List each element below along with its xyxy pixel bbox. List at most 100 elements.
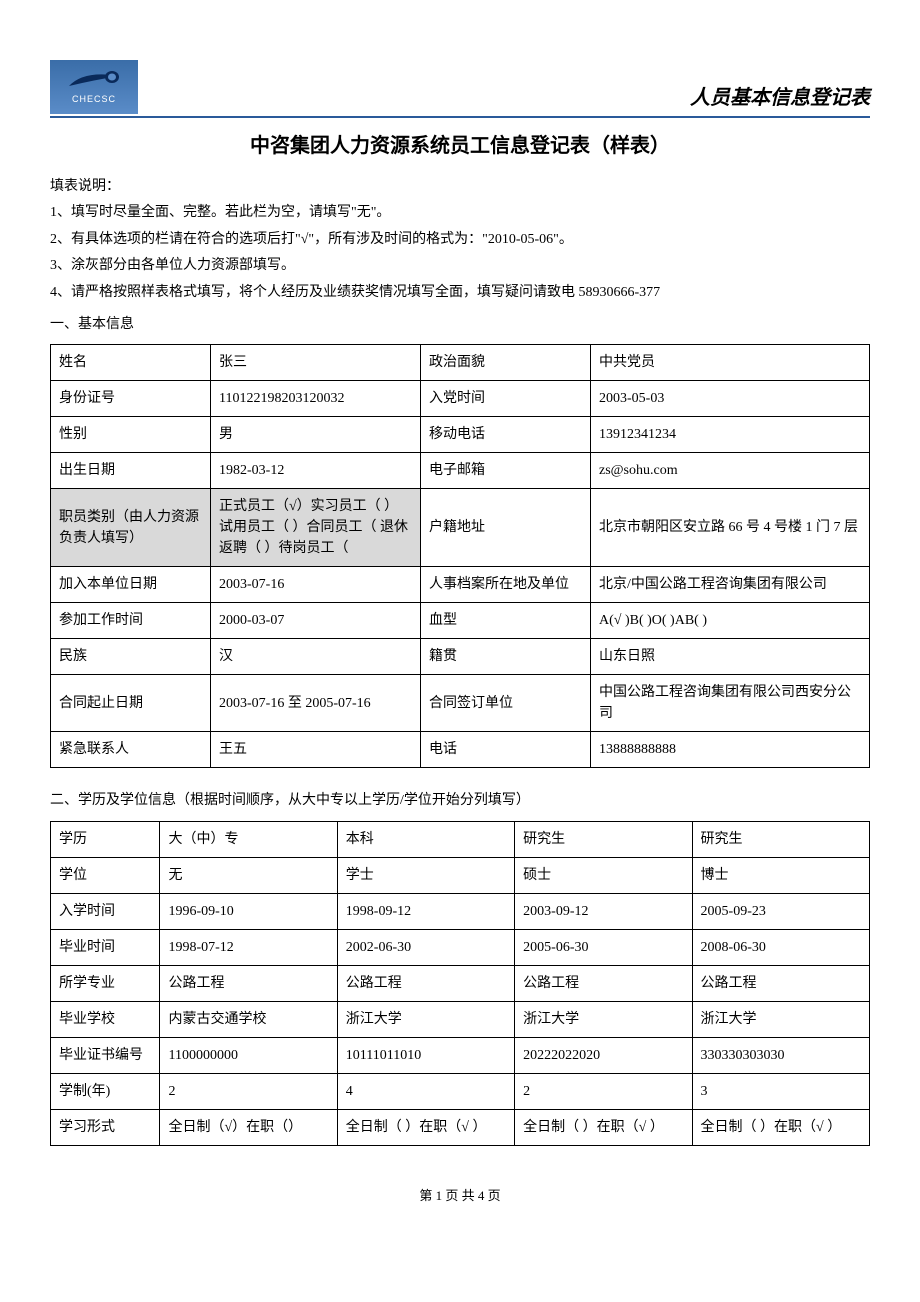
label-degree: 学位 <box>51 857 160 893</box>
years-col0: 2 <box>160 1073 337 1109</box>
grad-col2: 2005-06-30 <box>515 929 692 965</box>
section1-title: 一、基本信息 <box>50 314 870 336</box>
page-title: 中咨集团人力资源系统员工信息登记表（样表） <box>50 130 870 162</box>
label-work-start: 参加工作时间 <box>51 603 211 639</box>
mode-col3: 全日制（ ）在职（√ ） <box>692 1109 869 1145</box>
section2-title: 二、学历及学位信息（根据时间顺序，从大中专以上学历/学位开始分列填写） <box>50 790 870 812</box>
logo-text: CHECSC <box>72 92 116 106</box>
label-cert: 毕业证书编号 <box>51 1037 160 1073</box>
label-employee-category: 职员类别（由人力资源负责人填写） <box>51 489 211 567</box>
cert-col2: 20222022020 <box>515 1037 692 1073</box>
value-ethnicity: 汉 <box>211 639 421 675</box>
years-col3: 3 <box>692 1073 869 1109</box>
label-ethnicity: 民族 <box>51 639 211 675</box>
value-contract-unit: 中国公路工程咨询集团有限公司西安分公司 <box>591 675 870 732</box>
value-gender: 男 <box>211 417 421 453</box>
company-logo: CHECSC <box>50 60 138 114</box>
instruction-item: 2、有具体选项的栏请在符合的选项后打"√"，所有涉及时间的格式为："2010-0… <box>50 229 870 251</box>
grad-col3: 2008-06-30 <box>692 929 869 965</box>
label-name: 姓名 <box>51 345 211 381</box>
instruction-item: 1、填写时尽量全面、完整。若此栏为空，请填写"无"。 <box>50 202 870 224</box>
edu-col1: 本科 <box>337 821 514 857</box>
document-header: CHECSC 人员基本信息登记表 <box>50 60 870 118</box>
enroll-col1: 1998-09-12 <box>337 893 514 929</box>
value-political: 中共党员 <box>591 345 870 381</box>
value-mobile: 13912341234 <box>591 417 870 453</box>
label-gender: 性别 <box>51 417 211 453</box>
degree-col1: 学士 <box>337 857 514 893</box>
value-employee-category: 正式员工（√）实习员工（ ）试用员工（ ）合同员工（ 退休返聘（ ）待岗员工（ <box>211 489 421 567</box>
school-col3: 浙江大学 <box>692 1001 869 1037</box>
education-table: 学历 大（中）专 本科 研究生 研究生 学位 无 学士 硕士 博士 入学时间 1… <box>50 821 870 1146</box>
label-address: 户籍地址 <box>421 489 591 567</box>
label-mobile: 移动电话 <box>421 417 591 453</box>
degree-col3: 博士 <box>692 857 869 893</box>
label-join-date: 加入本单位日期 <box>51 567 211 603</box>
label-archive-location: 人事档案所在地及单位 <box>421 567 591 603</box>
major-col1: 公路工程 <box>337 965 514 1001</box>
grad-col0: 1998-07-12 <box>160 929 337 965</box>
label-party-date: 入党时间 <box>421 381 591 417</box>
label-mode: 学习形式 <box>51 1109 160 1145</box>
value-name: 张三 <box>211 345 421 381</box>
instruction-item: 4、请严格按照样表格式填写，将个人经历及业绩获奖情况填写全面，填写疑问请致电 5… <box>50 282 870 304</box>
value-work-start: 2000-03-07 <box>211 603 421 639</box>
value-native-place: 山东日照 <box>591 639 870 675</box>
label-political: 政治面貌 <box>421 345 591 381</box>
label-school: 毕业学校 <box>51 1001 160 1037</box>
major-col0: 公路工程 <box>160 965 337 1001</box>
enroll-col0: 1996-09-10 <box>160 893 337 929</box>
page-footer: 第 1 页 共 4 页 <box>50 1186 870 1207</box>
label-id: 身份证号 <box>51 381 211 417</box>
basic-info-table: 姓名 张三 政治面貌 中共党员 身份证号 110122198203120032 … <box>50 344 870 768</box>
instructions-header: 填表说明： <box>50 176 870 198</box>
major-col3: 公路工程 <box>692 965 869 1001</box>
value-archive-location: 北京/中国公路工程咨询集团有限公司 <box>591 567 870 603</box>
value-email: zs@sohu.com <box>591 453 870 489</box>
label-contract-unit: 合同签订单位 <box>421 675 591 732</box>
grad-col1: 2002-06-30 <box>337 929 514 965</box>
label-email: 电子邮箱 <box>421 453 591 489</box>
label-blood-type: 血型 <box>421 603 591 639</box>
label-native-place: 籍贯 <box>421 639 591 675</box>
value-emergency-contact: 王五 <box>211 732 421 768</box>
label-grad: 毕业时间 <box>51 929 160 965</box>
instruction-item: 3、涂灰部分由各单位人力资源部填写。 <box>50 255 870 277</box>
value-contract-period: 2003-07-16 至 2005-07-16 <box>211 675 421 732</box>
label-dob: 出生日期 <box>51 453 211 489</box>
label-emergency-contact: 紧急联系人 <box>51 732 211 768</box>
years-col2: 2 <box>515 1073 692 1109</box>
school-col1: 浙江大学 <box>337 1001 514 1037</box>
school-col0: 内蒙古交通学校 <box>160 1001 337 1037</box>
value-id: 110122198203120032 <box>211 381 421 417</box>
label-major: 所学专业 <box>51 965 160 1001</box>
school-col2: 浙江大学 <box>515 1001 692 1037</box>
edu-col0: 大（中）专 <box>160 821 337 857</box>
enroll-col2: 2003-09-12 <box>515 893 692 929</box>
mode-col2: 全日制（ ）在职（√ ） <box>515 1109 692 1145</box>
cert-col0: 1100000000 <box>160 1037 337 1073</box>
label-contract-period: 合同起止日期 <box>51 675 211 732</box>
mode-col1: 全日制（ ）在职（√ ） <box>337 1109 514 1145</box>
edu-col3: 研究生 <box>692 821 869 857</box>
value-party-date: 2003-05-03 <box>591 381 870 417</box>
instructions-block: 填表说明： 1、填写时尽量全面、完整。若此栏为空，请填写"无"。 2、有具体选项… <box>50 176 870 304</box>
cert-col1: 10111011010 <box>337 1037 514 1073</box>
document-type-title: 人员基本信息登记表 <box>690 82 870 114</box>
major-col2: 公路工程 <box>515 965 692 1001</box>
enroll-col3: 2005-09-23 <box>692 893 869 929</box>
degree-col0: 无 <box>160 857 337 893</box>
label-enroll: 入学时间 <box>51 893 160 929</box>
value-dob: 1982-03-12 <box>211 453 421 489</box>
label-years: 学制(年) <box>51 1073 160 1109</box>
cert-col3: 330330303030 <box>692 1037 869 1073</box>
mode-col0: 全日制（√）在职（） <box>160 1109 337 1145</box>
edu-col2: 研究生 <box>515 821 692 857</box>
label-emergency-tel: 电话 <box>421 732 591 768</box>
value-blood-type: A(√ )B( )O( )AB( ) <box>591 603 870 639</box>
years-col1: 4 <box>337 1073 514 1109</box>
value-address: 北京市朝阳区安立路 66 号 4 号楼 1 门 7 层 <box>591 489 870 567</box>
label-education: 学历 <box>51 821 160 857</box>
value-emergency-tel: 13888888888 <box>591 732 870 768</box>
value-join-date: 2003-07-16 <box>211 567 421 603</box>
